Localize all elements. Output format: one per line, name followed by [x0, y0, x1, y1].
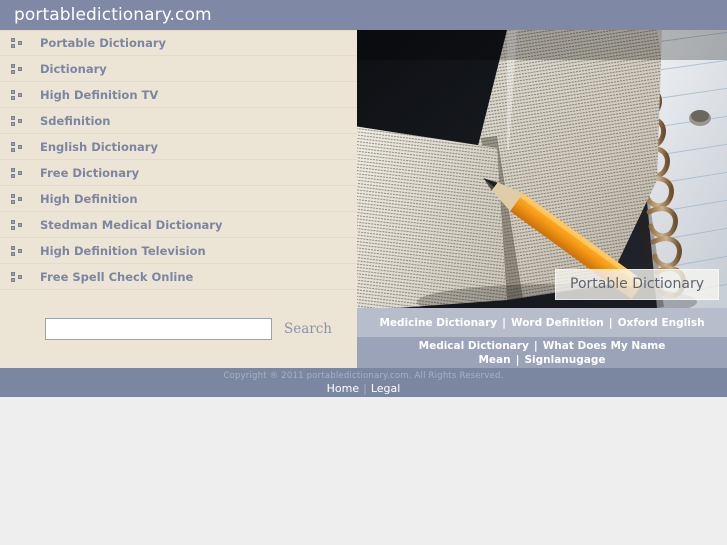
search-area: Search — [0, 308, 357, 368]
footer-separator: | — [363, 381, 367, 395]
band-separator: | — [608, 316, 613, 329]
sidebar-item-label: Sdefinition — [40, 113, 111, 128]
footer-link-legal[interactable]: Legal — [371, 382, 400, 395]
page-root: portabledictionary.com Portable Dictiona… — [0, 0, 727, 545]
sidebar-item-label: High Definition Television — [40, 243, 206, 258]
bullet-squares-icon — [11, 271, 25, 283]
link-band-primary: Medicine Dictionary | Word Definition | … — [357, 308, 727, 337]
sidebar-item-high-definition-television[interactable]: High Definition Television — [0, 238, 357, 264]
band-link-word-definition[interactable]: Word Definition — [511, 317, 604, 329]
sidebar-item-label: Portable Dictionary — [40, 36, 166, 50]
sidebar-item-english-dictionary[interactable]: English Dictionary — [0, 134, 357, 160]
footer-link-home[interactable]: Home — [327, 382, 359, 395]
band-link-what-does-my-name[interactable]: What Does My Name — [543, 339, 666, 353]
bullet-squares-icon — [11, 141, 25, 153]
site-footer: Copyright ® 2011 portabledictionary.com.… — [0, 368, 727, 397]
bullet-squares-icon — [11, 167, 25, 179]
sidebar-item-label: English Dictionary — [40, 139, 158, 154]
band-separator: | — [515, 353, 520, 366]
hero-caption: Portable Dictionary — [555, 269, 719, 300]
sidebar-item-free-spell-check-online[interactable]: Free Spell Check Online — [0, 264, 357, 290]
sidebar-item-label: Free Spell Check Online — [40, 269, 194, 284]
band-line-1: Medical Dictionary | What Does My Name — [419, 339, 666, 353]
sidebar-item-label: High Definition TV — [40, 87, 159, 102]
sidebar-item-label: Free Dictionary — [40, 165, 140, 180]
band-link-medicine-dictionary[interactable]: Medicine Dictionary — [379, 317, 497, 329]
band-link-signlanugage[interactable]: Signlanugage — [524, 353, 605, 367]
sidebar-link-list: Portable Dictionary Dictionary High Defi… — [0, 30, 357, 290]
band-separator: | — [533, 339, 538, 352]
bullet-squares-icon — [11, 219, 25, 231]
dictionary-photo-illustration — [357, 30, 727, 308]
band-separator: | — [502, 316, 506, 329]
bullet-squares-icon — [11, 245, 25, 257]
sidebar-item-free-dictionary[interactable]: Free Dictionary — [0, 160, 357, 186]
sidebar-item-sdefinition[interactable]: Sdefinition — [0, 108, 357, 134]
sidebar-item-high-definition-tv[interactable]: High Definition TV — [0, 82, 357, 108]
bullet-squares-icon — [11, 193, 25, 205]
sidebar-item-portable-dictionary[interactable]: Portable Dictionary — [0, 30, 357, 56]
search-input[interactable] — [45, 318, 272, 340]
sidebar-item-label: Stedman Medical Dictionary — [40, 217, 223, 232]
footer-links: Home | Legal — [327, 382, 401, 395]
sidebar-item-label: Dictionary — [40, 61, 107, 76]
copyright-text: Copyright ® 2011 portabledictionary.com.… — [223, 370, 504, 381]
band-link-mean[interactable]: Mean — [478, 353, 510, 367]
site-header: portabledictionary.com — [0, 0, 727, 30]
band-link-oxford-english[interactable]: Oxford English — [618, 317, 705, 329]
band-link-medical-dictionary[interactable]: Medical Dictionary — [419, 339, 529, 353]
sidebar-item-label: High Definition — [40, 191, 138, 206]
band-line-2: Mean | Signlanugage — [478, 353, 605, 367]
bullet-squares-icon — [11, 89, 25, 101]
bullet-squares-icon — [11, 115, 25, 127]
search-button[interactable]: Search — [284, 318, 332, 340]
bullet-squares-icon — [11, 37, 25, 49]
site-title: portabledictionary.com — [14, 5, 212, 25]
sidebar-item-stedman-medical-dictionary[interactable]: Stedman Medical Dictionary — [0, 212, 357, 238]
sidebar-item-high-definition[interactable]: High Definition — [0, 186, 357, 212]
page-blank-area — [0, 397, 727, 545]
bullet-squares-icon — [11, 63, 25, 75]
sidebar-item-dictionary[interactable]: Dictionary — [0, 56, 357, 82]
hero-image: Portable Dictionary — [357, 30, 727, 308]
link-band-secondary: Medical Dictionary | What Does My Name M… — [357, 337, 727, 368]
